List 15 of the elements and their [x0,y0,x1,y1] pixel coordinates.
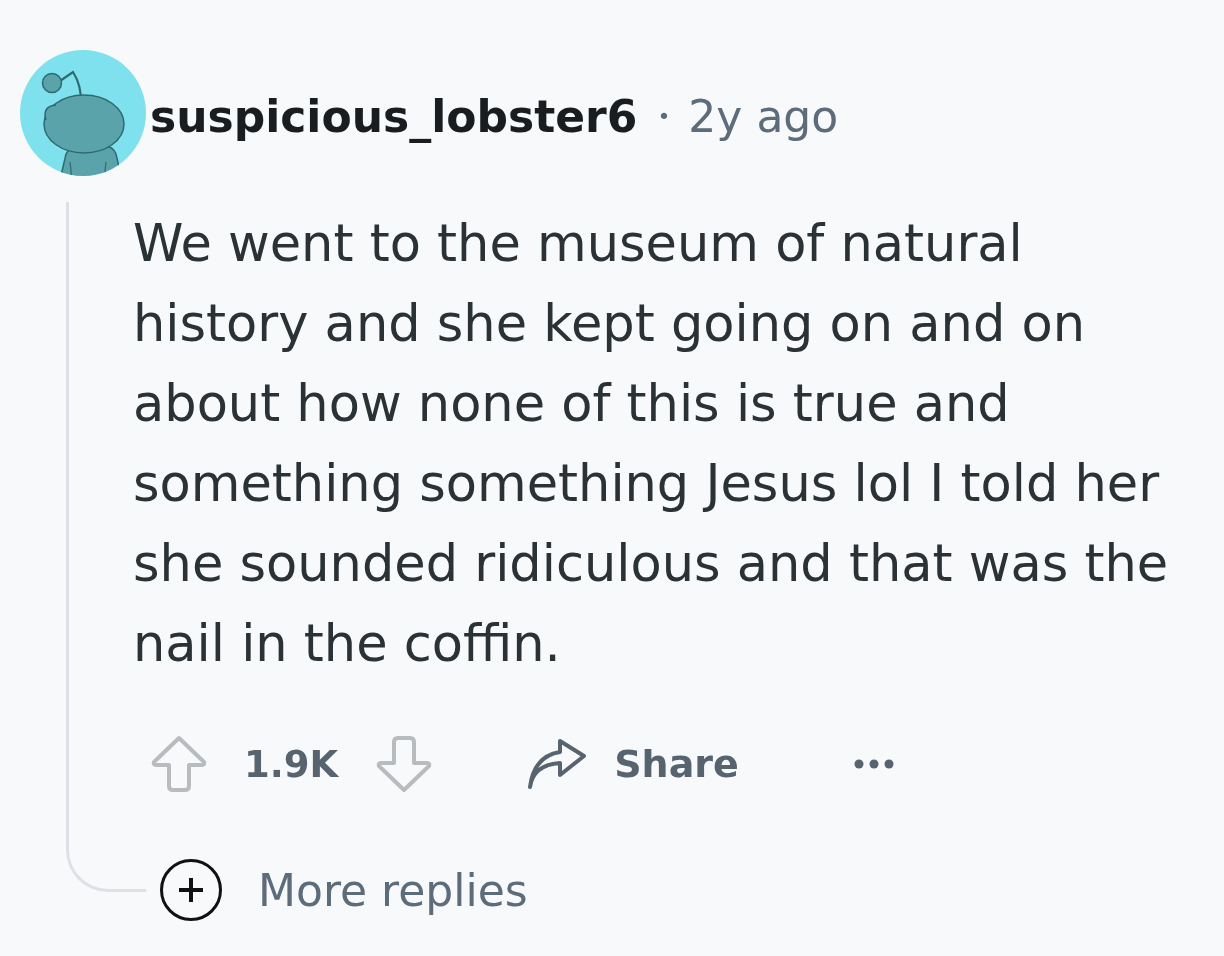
plus-circle-icon [160,859,222,921]
avatar-icon [20,50,146,176]
share-button[interactable]: Share [527,738,739,790]
more-replies-button[interactable]: More replies [160,859,528,921]
arrow-up-icon [151,735,207,793]
vote-count: 1.9K [244,742,339,786]
username[interactable]: suspicious_lobster6 [150,90,638,142]
upvote-button[interactable] [151,735,207,793]
post-age: 2y ago [688,90,839,142]
comment-body: We went to the museum of natural history and she kept going on and on about how none of this is true and something something Jesus lol I told her she sounded ridiculous and that was the nail in the coffin. [133,213,1170,675]
share-arrow-icon [527,738,588,790]
downvote-button[interactable] [376,735,433,793]
ellipsis-icon [853,759,894,769]
arrow-down-icon [376,735,433,793]
separator-dot: • [657,103,671,129]
